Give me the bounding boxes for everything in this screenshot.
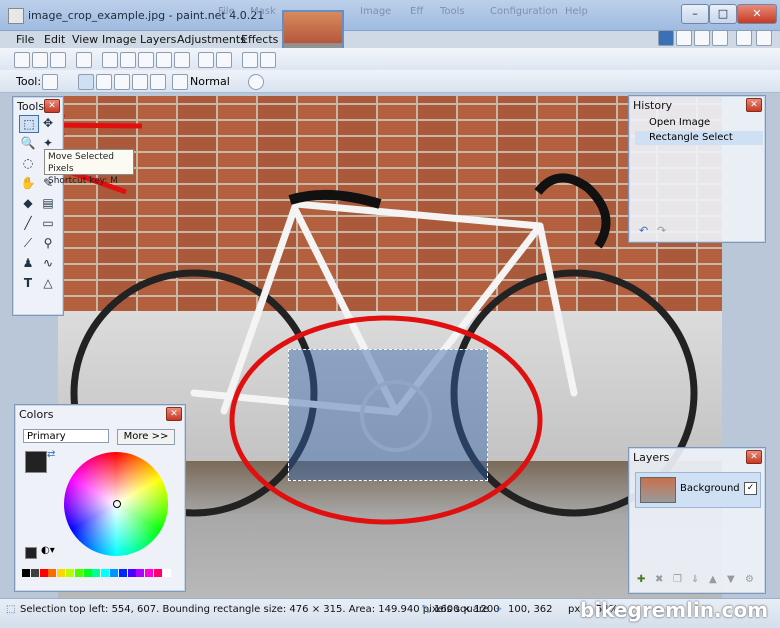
colors-panel-title: Colors (19, 408, 54, 421)
move-layer-up-icon[interactable]: ▲ (709, 574, 717, 585)
color-mode-dropdown[interactable]: Primary (23, 429, 109, 443)
tools-panel-close-button[interactable]: ✕ (44, 99, 60, 113)
watermark-text: bikegremlin.com (580, 598, 769, 622)
layer-thumbnail (640, 477, 676, 503)
tool-tooltip: Move Selected Pixels Shortcut key: M (44, 149, 134, 186)
history-undo-icon[interactable]: ↶ (639, 224, 648, 237)
shapes-icon[interactable]: △ (39, 275, 57, 291)
pan-icon[interactable]: ✋ (19, 175, 37, 191)
selection-info: Selection top left: 554, 607. Bounding r… (20, 604, 489, 615)
history-panel-title: History (633, 99, 673, 112)
palette-swatch[interactable] (162, 569, 171, 577)
more-button[interactable]: More >> (117, 429, 175, 445)
palette-swatch[interactable] (101, 569, 110, 577)
gradient-icon[interactable]: ▤ (39, 195, 57, 211)
history-panel-close-button[interactable]: ✕ (746, 98, 762, 112)
palette-swatch[interactable] (74, 569, 83, 577)
layer-properties-icon[interactable]: ⚙ (745, 574, 754, 585)
palette-swatch[interactable] (145, 569, 154, 577)
tools-panel-title: Tools (17, 100, 45, 113)
line-curve-icon[interactable]: ∿ (39, 255, 57, 271)
palette-swatch[interactable] (136, 569, 145, 577)
palette-swatch[interactable] (118, 569, 127, 577)
primary-color-swatch[interactable] (25, 451, 47, 473)
palette-swatch[interactable] (66, 569, 74, 577)
color-picker-icon[interactable]: ⟋ (19, 235, 37, 251)
cursor-position: 100, 362 (508, 604, 553, 615)
zoom-icon[interactable]: 🔍 (19, 135, 37, 151)
tooltip-title: Move Selected Pixels (48, 152, 115, 174)
colors-panel-close-button[interactable]: ✕ (166, 407, 182, 421)
palette-swatch[interactable] (30, 569, 39, 577)
selection-status-icon: ⬚ (6, 604, 16, 615)
move-selection-icon[interactable]: ✥ (39, 115, 57, 131)
paint-brush-icon[interactable]: ╱ (19, 215, 37, 231)
layers-panel: Layers ✕ Background ✓ ✚ ✖ ❐ ⇓ ▲ ▼ ⚙ (628, 447, 766, 594)
reset-colors-icon[interactable] (25, 547, 37, 559)
history-item[interactable]: Open Image (635, 116, 763, 130)
delete-layer-icon[interactable]: ✖ (655, 574, 663, 585)
tools-panel: Tools ✕ ⬚ ✥ 🔍 ✦ ◌ ✋ ✎ ◆ ▤ ╱ ▭ ⟋ ⚲ ♟ ∿ T … (12, 96, 64, 316)
palette-swatch[interactable] (154, 569, 162, 577)
layer-name: Background (680, 483, 740, 494)
image-size: 1600 × 1200 (434, 604, 500, 615)
palette-swatch[interactable] (48, 569, 57, 577)
color-wheel-cursor (113, 500, 121, 508)
text-icon[interactable]: T (19, 275, 37, 291)
palette-swatch[interactable] (83, 569, 92, 577)
layer-row[interactable]: Background ✓ (635, 472, 761, 508)
layer-visibility-checkbox[interactable]: ✓ (744, 482, 757, 495)
layers-panel-title: Layers (633, 451, 670, 464)
palette-swatch[interactable] (127, 569, 136, 577)
palette-swatch[interactable] (110, 569, 118, 577)
tooltip-shortcut: Shortcut key: M (48, 176, 118, 186)
eraser-icon[interactable]: ▭ (39, 215, 57, 231)
recolor-icon[interactable]: ♟ (19, 255, 37, 271)
duplicate-layer-icon[interactable]: ❐ (673, 574, 682, 585)
ellipse-select-icon[interactable]: ◌ (19, 155, 37, 171)
palette-swatch[interactable] (22, 569, 30, 577)
history-panel: History ✕ Open Image Rectangle Select ↶ … (628, 95, 766, 243)
merge-layer-icon[interactable]: ⇓ (691, 574, 699, 585)
layers-panel-close-button[interactable]: ✕ (746, 450, 762, 464)
rectangle-select-icon[interactable]: ⬚ (19, 115, 39, 133)
color-palette[interactable] (22, 567, 172, 585)
image-size-icon: ⤡ (422, 604, 430, 615)
move-layer-down-icon[interactable]: ▼ (727, 574, 735, 585)
history-item-selected[interactable]: Rectangle Select (635, 131, 763, 145)
unit-selector[interactable]: px (568, 604, 580, 615)
paint-bucket-icon[interactable]: ◆ (19, 195, 37, 211)
clone-stamp-icon[interactable]: ⚲ (39, 235, 57, 251)
swap-colors-icon[interactable]: ⇄ (47, 449, 55, 460)
palette-swatch[interactable] (39, 569, 48, 577)
history-redo-icon[interactable]: ↷ (657, 224, 666, 237)
palette-menu-icon[interactable]: ◐▾ (41, 545, 55, 556)
palette-swatch[interactable] (57, 569, 66, 577)
cursor-position-icon: ⌖ (496, 604, 502, 615)
add-layer-icon[interactable]: ✚ (637, 574, 645, 585)
palette-swatch[interactable] (92, 569, 101, 577)
